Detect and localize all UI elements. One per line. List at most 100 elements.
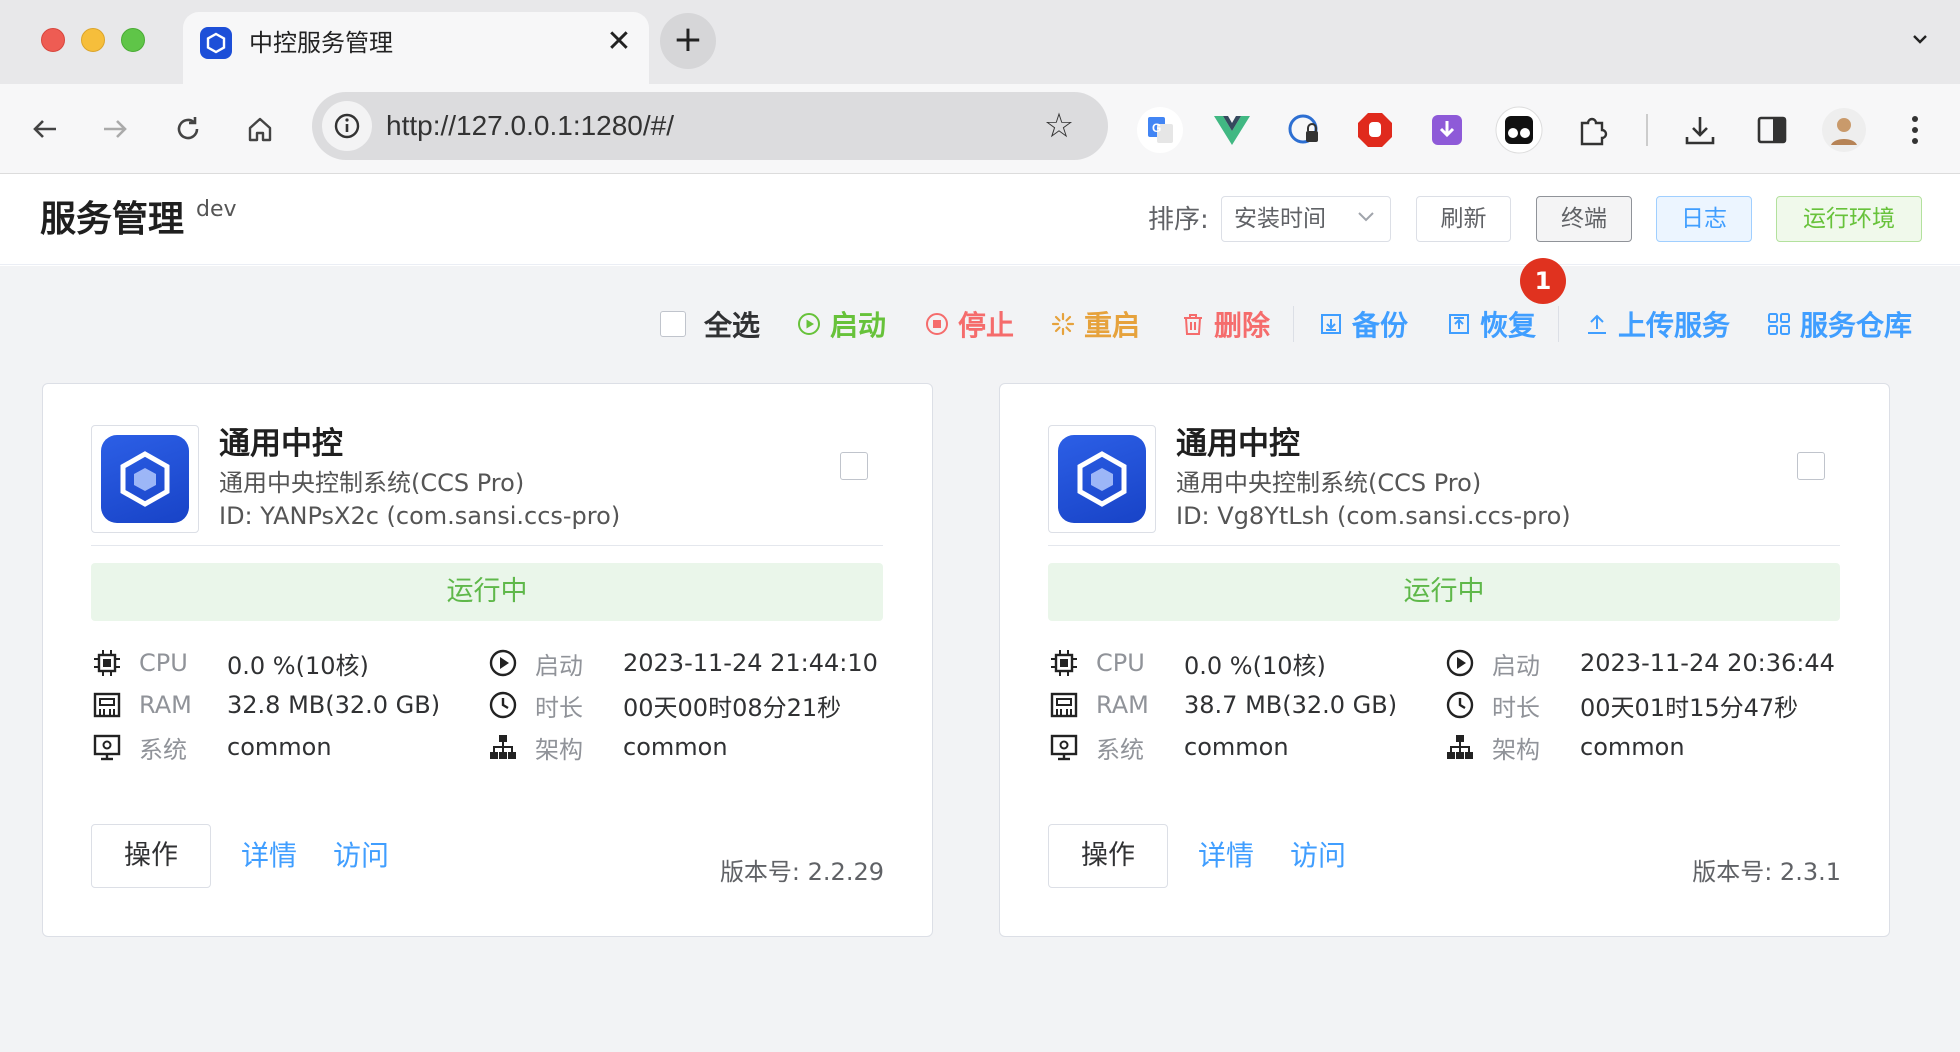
runtime-env-button[interactable]: 运行环境 bbox=[1776, 196, 1922, 242]
card-select-checkbox[interactable] bbox=[1797, 452, 1825, 480]
service-description: 通用中央控制系统(CCS Pro) bbox=[219, 469, 525, 497]
service-id: ID: Vg8YtLsh (com.sansi.ccs-pro) bbox=[1176, 502, 1571, 530]
service-name: 通用中控 bbox=[219, 426, 343, 462]
status-running-badge: 运行中 bbox=[91, 563, 883, 621]
hierarchy-icon bbox=[1444, 731, 1476, 763]
ram-value: 38.7 MB(32.0 GB) bbox=[1184, 691, 1398, 719]
select-all-label[interactable]: 全选 bbox=[704, 300, 760, 348]
delete-action-button[interactable]: 删除 bbox=[1180, 300, 1270, 348]
arch-value: common bbox=[1580, 733, 1685, 761]
detail-link[interactable]: 详情 bbox=[241, 836, 297, 876]
operation-button[interactable]: 操作 bbox=[1048, 824, 1168, 888]
cpu-label: CPU bbox=[1096, 649, 1145, 677]
home-icon[interactable] bbox=[235, 104, 285, 154]
tab-search-chevron-icon[interactable] bbox=[1898, 20, 1942, 64]
downloader-extension-icon[interactable] bbox=[1422, 105, 1472, 155]
service-logo bbox=[91, 425, 199, 533]
upload-box-icon bbox=[1446, 311, 1472, 337]
uptime-label: 时长 bbox=[1492, 693, 1540, 722]
restore-action-label: 恢复 bbox=[1480, 309, 1537, 342]
address-bar[interactable]: http://127.0.0.1:1280/#/ ☆ bbox=[312, 92, 1108, 160]
minimize-window-button[interactable] bbox=[81, 28, 105, 52]
hexagon-logo-icon bbox=[1058, 435, 1146, 523]
hexagon-logo-icon bbox=[101, 435, 189, 523]
terminal-button[interactable]: 终端 bbox=[1536, 196, 1632, 242]
url-text[interactable]: http://127.0.0.1:1280/#/ bbox=[386, 108, 674, 144]
back-icon[interactable] bbox=[20, 104, 70, 154]
start-action-label: 启动 bbox=[830, 309, 887, 342]
tab-title: 中控服务管理 bbox=[249, 29, 393, 57]
start-value: 2023-11-24 20:36:44 bbox=[1580, 649, 1835, 677]
adblock-extension-icon[interactable] bbox=[1350, 105, 1400, 155]
browser-menu-icon[interactable] bbox=[1890, 105, 1940, 155]
site-info-icon[interactable] bbox=[322, 101, 372, 151]
downloads-icon[interactable] bbox=[1675, 105, 1725, 155]
privacy-extension-icon[interactable] bbox=[1279, 105, 1329, 155]
vue-devtools-extension-icon[interactable] bbox=[1207, 105, 1257, 155]
restore-action-button[interactable]: 恢复 bbox=[1446, 300, 1536, 348]
service-card: 通用中控 通用中央控制系统(CCS Pro) ID: Vg8YtLsh (com… bbox=[999, 383, 1890, 937]
service-name: 通用中控 bbox=[1176, 426, 1300, 462]
side-panel-icon[interactable] bbox=[1747, 105, 1797, 155]
maximize-window-button[interactable] bbox=[121, 28, 145, 52]
ram-row: RAM 38.7 MB(32.0 GB) bbox=[1048, 686, 1397, 724]
restart-action-button[interactable]: 重启 bbox=[1050, 300, 1140, 348]
forward-icon[interactable] bbox=[90, 104, 140, 154]
cpu-value: 0.0 %(10核) bbox=[1184, 651, 1326, 680]
cpu-row: CPU 0.0 %(10核) bbox=[1048, 644, 1326, 682]
arch-row: 架构 common bbox=[487, 728, 728, 766]
actions-divider bbox=[1293, 306, 1294, 342]
version-label: 版本号: 2.3.1 bbox=[1692, 858, 1841, 886]
play-circle-icon bbox=[796, 311, 822, 337]
uptime-label: 时长 bbox=[535, 693, 583, 722]
grid-icon bbox=[1766, 311, 1792, 337]
cpu-label: CPU bbox=[139, 649, 188, 677]
card-divider bbox=[91, 545, 883, 546]
play-circle-icon bbox=[1444, 647, 1476, 679]
profile-avatar[interactable] bbox=[1819, 105, 1869, 155]
backup-action-button[interactable]: 备份 bbox=[1318, 300, 1408, 348]
reload-icon[interactable] bbox=[163, 104, 213, 154]
service-repo-button[interactable]: 服务仓库 bbox=[1766, 300, 1912, 348]
new-tab-button[interactable]: + bbox=[660, 13, 716, 69]
service-card: 通用中控 通用中央控制系统(CCS Pro) ID: YANPsX2c (com… bbox=[42, 383, 933, 937]
refresh-button[interactable]: 刷新 bbox=[1416, 196, 1511, 242]
visit-link[interactable]: 访问 bbox=[333, 836, 389, 876]
log-button[interactable]: 日志 bbox=[1656, 196, 1752, 242]
card-select-checkbox[interactable] bbox=[840, 452, 868, 480]
notification-badge: 1 bbox=[1520, 258, 1566, 304]
restart-action-label: 重启 bbox=[1084, 309, 1141, 342]
backup-action-label: 备份 bbox=[1352, 309, 1409, 342]
extensions-puzzle-icon[interactable] bbox=[1568, 105, 1618, 155]
upload-service-button[interactable]: 上传服务 bbox=[1584, 300, 1730, 348]
tampermonkey-extension-icon[interactable] bbox=[1494, 105, 1544, 155]
chevron-down-icon bbox=[1356, 206, 1376, 226]
arch-label: 架构 bbox=[1492, 735, 1540, 764]
visit-link[interactable]: 访问 bbox=[1290, 836, 1346, 876]
browser-tab-active[interactable]: 中控服务管理 ✕ bbox=[183, 12, 649, 84]
stop-action-button[interactable]: 停止 bbox=[924, 300, 1014, 348]
app-header: 服务管理 dev 排序: 安装时间 刷新 终端 日志 运行环境 bbox=[0, 175, 1960, 265]
close-window-button[interactable] bbox=[41, 28, 65, 52]
os-value: common bbox=[1184, 733, 1289, 761]
bookmark-star-icon[interactable]: ☆ bbox=[1037, 104, 1081, 148]
status-running-badge: 运行中 bbox=[1048, 563, 1840, 621]
arch-row: 架构 common bbox=[1444, 728, 1685, 766]
ram-label: RAM bbox=[1096, 691, 1149, 719]
start-time-row: 启动 2023-11-24 21:44:10 bbox=[487, 644, 878, 682]
cpu-row: CPU 0.0 %(10核) bbox=[91, 644, 369, 682]
service-id: ID: YANPsX2c (com.sansi.ccs-pro) bbox=[219, 502, 621, 530]
tab-close-icon[interactable]: ✕ bbox=[601, 24, 637, 60]
start-action-button[interactable]: 启动 bbox=[796, 300, 886, 348]
svg-text:G: G bbox=[1152, 121, 1161, 135]
sort-select[interactable]: 安装时间 bbox=[1221, 196, 1391, 242]
start-label: 启动 bbox=[535, 651, 583, 680]
arch-label: 架构 bbox=[535, 735, 583, 764]
sort-select-value: 安装时间 bbox=[1234, 206, 1326, 232]
google-translate-extension-icon[interactable]: G bbox=[1135, 105, 1185, 155]
operation-button[interactable]: 操作 bbox=[91, 824, 211, 888]
card-divider bbox=[1048, 545, 1840, 546]
sort-label: 排序: bbox=[1148, 205, 1209, 235]
detail-link[interactable]: 详情 bbox=[1198, 836, 1254, 876]
monitor-settings-icon bbox=[91, 731, 123, 763]
